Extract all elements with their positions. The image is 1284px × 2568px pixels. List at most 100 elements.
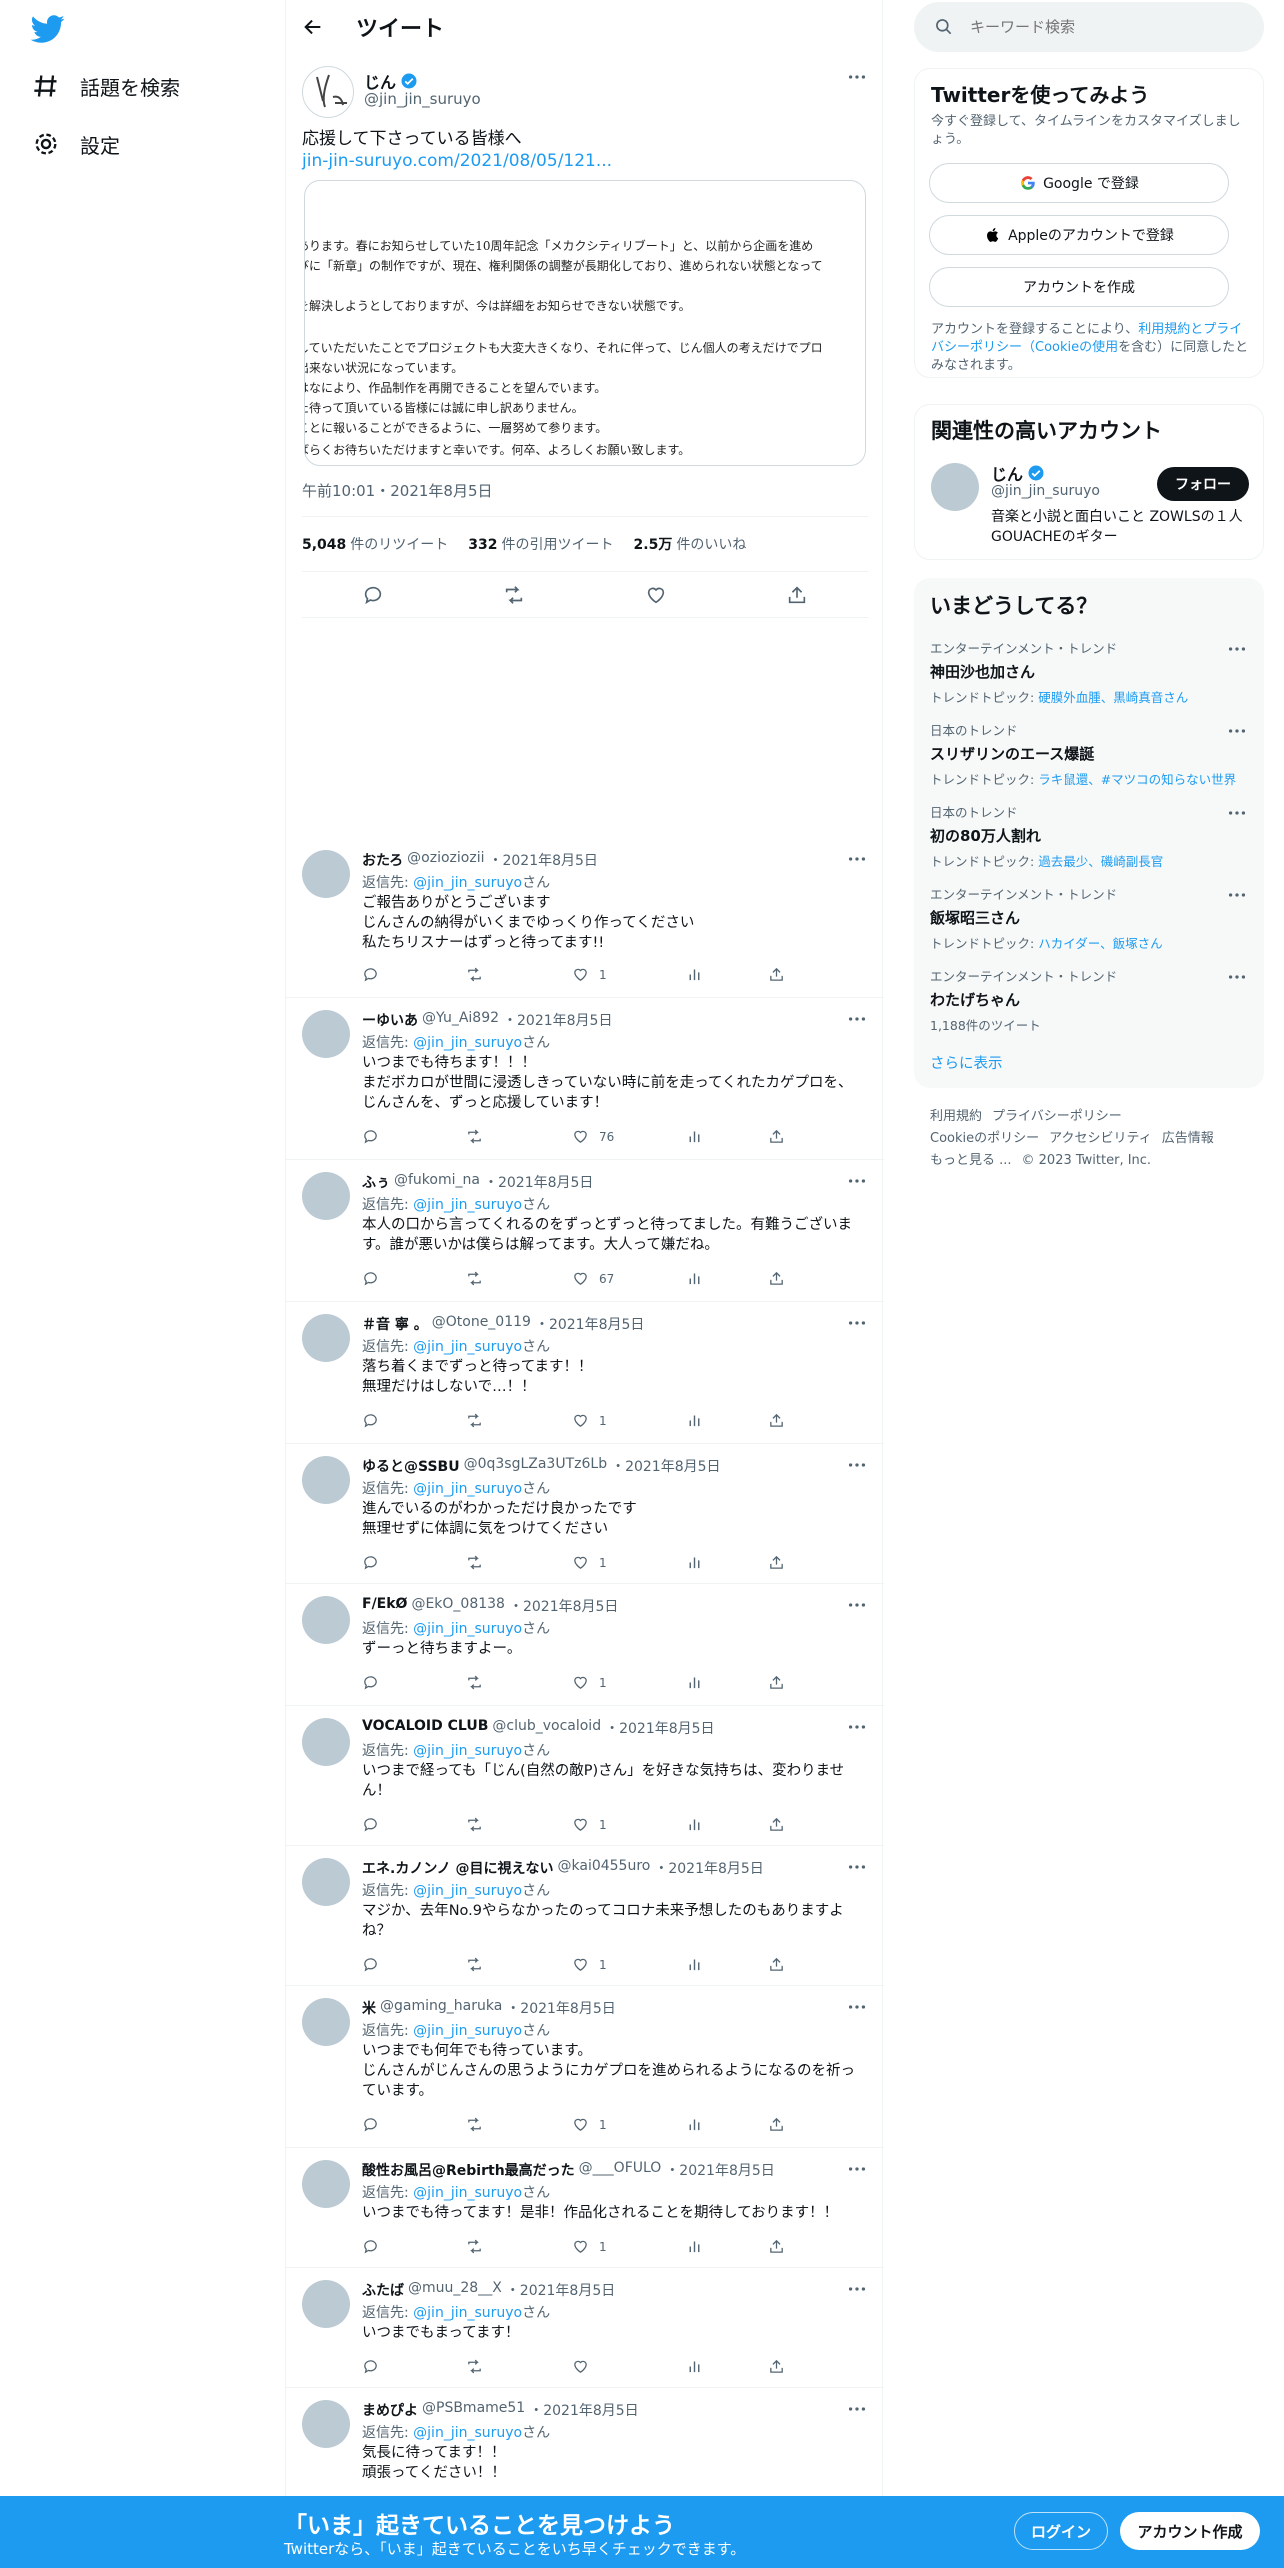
reply-author-name[interactable]: ふぅ bbox=[362, 1172, 390, 1192]
reply-tweet[interactable]: ふぅ @fukomi_na ・2021年8月5日 返信先: @jin_jin_suru… bbox=[286, 1160, 884, 1302]
like-button[interactable]: 1 bbox=[572, 1674, 607, 1691]
replying-to-handle[interactable]: @jin_jin_suruyo bbox=[413, 875, 522, 891]
trend-topic-links[interactable]: 硬膜外血腫、黒崎真音さん bbox=[1038, 690, 1188, 705]
reply-author-name[interactable]: ＃音 寧 。 bbox=[362, 1314, 428, 1334]
reply-author-name[interactable]: F/EkØ bbox=[362, 1596, 407, 1616]
more-options-icon[interactable] bbox=[846, 848, 868, 870]
related-name[interactable]: じん bbox=[991, 461, 1045, 485]
analytics-button[interactable] bbox=[686, 1412, 703, 1429]
footer-cookie[interactable]: Cookieのポリシー bbox=[930, 1131, 1039, 1146]
share-button[interactable] bbox=[768, 2238, 785, 2255]
more-options-icon[interactable] bbox=[846, 66, 868, 88]
share-button[interactable] bbox=[768, 966, 785, 983]
reply-avatar[interactable] bbox=[302, 1858, 350, 1906]
reply-avatar[interactable] bbox=[302, 1718, 350, 1766]
replying-to-handle[interactable]: @jin_jin_suruyo bbox=[413, 1743, 522, 1759]
reply-author-name[interactable]: ゆると@SSBU bbox=[362, 1456, 460, 1476]
reply-author-name[interactable]: まめぴよ bbox=[362, 2400, 418, 2420]
like-button[interactable] bbox=[572, 2358, 599, 2375]
more-options-icon[interactable] bbox=[1226, 802, 1248, 824]
retweet-button[interactable] bbox=[466, 1816, 483, 1833]
reply-tweet[interactable]: ゆると@SSBU @0q3sgLZa3UTz6Lb ・2021年8月5日 返信先: @… bbox=[286, 1444, 884, 1584]
tweet-timestamp[interactable]: 午前10:01・2021年8月5日 bbox=[302, 480, 493, 501]
reply-avatar[interactable] bbox=[302, 1998, 350, 2046]
reply-author-handle[interactable]: @EkO_08138 bbox=[411, 1596, 505, 1616]
related-avatar[interactable] bbox=[931, 463, 979, 511]
reply-author-name[interactable]: ーゆいあ bbox=[362, 1010, 418, 1030]
replying-to-handle[interactable]: @jin_jin_suruyo bbox=[413, 2425, 522, 2441]
analytics-button[interactable] bbox=[686, 1956, 703, 1973]
reply-button[interactable] bbox=[362, 2238, 379, 2255]
follow-button[interactable]: フォロー bbox=[1157, 467, 1249, 501]
replying-to-handle[interactable]: @jin_jin_suruyo bbox=[413, 1621, 522, 1637]
reply-date[interactable]: ・2021年8月5日 bbox=[529, 2400, 638, 2420]
like-button[interactable]: 1 bbox=[572, 1554, 607, 1571]
share-button[interactable] bbox=[768, 2116, 785, 2133]
reply-button[interactable] bbox=[362, 2358, 379, 2375]
analytics-button[interactable] bbox=[686, 1554, 703, 1571]
reply-avatar[interactable] bbox=[302, 1596, 350, 1644]
reply-date[interactable]: ・2021年8月5日 bbox=[506, 1998, 615, 2018]
more-options-icon[interactable] bbox=[846, 1996, 868, 2018]
reply-author-handle[interactable]: @oziozioziі bbox=[407, 850, 484, 870]
tweet-image-card[interactable]: があります。春にお知らせしていた10周年記念「メカクシティリブート」と、以前から… bbox=[304, 180, 866, 466]
like-button[interactable]: 1 bbox=[572, 1412, 607, 1429]
reply-avatar[interactable] bbox=[302, 2160, 350, 2208]
reply-author-name[interactable]: エネ.カノンノ @目に視えない bbox=[362, 1858, 554, 1878]
trend-item[interactable]: エンターテインメント・トレンド 飯塚昭三さん トレンドトピック: ハカイダー、飯塚さ… bbox=[930, 884, 1248, 952]
reply-tweet[interactable]: ふたば @muu_28__X ・2021年8月5日 返信先: @jin_jin_sur… bbox=[286, 2268, 884, 2388]
more-options-icon[interactable] bbox=[1226, 638, 1248, 660]
analytics-button[interactable] bbox=[686, 2358, 703, 2375]
retweet-button[interactable] bbox=[466, 1554, 483, 1571]
analytics-button[interactable] bbox=[686, 1674, 703, 1691]
analytics-button[interactable] bbox=[686, 2116, 703, 2133]
reply-author-name[interactable]: おたろ bbox=[362, 850, 403, 870]
reply-icon[interactable] bbox=[362, 584, 384, 606]
reply-author-handle[interactable]: @0q3sgLZa3UTz6Lb bbox=[464, 1456, 608, 1476]
reply-author-name[interactable]: ふたば bbox=[362, 2280, 404, 2300]
tweet-link[interactable]: jin-jin-suruyo.com/2021/08/05/121... bbox=[302, 150, 862, 172]
twitter-logo-icon[interactable] bbox=[30, 12, 66, 46]
like-button[interactable]: 76 bbox=[572, 1128, 614, 1145]
like-button[interactable]: 1 bbox=[572, 1816, 607, 1833]
trend-item[interactable]: エンターテインメント・トレンド 神田沙也加さん トレンドトピック: 硬膜外血腫、黒崎… bbox=[930, 638, 1248, 706]
reply-date[interactable]: ・2021年8月5日 bbox=[488, 850, 597, 870]
like-button[interactable]: 67 bbox=[572, 1270, 614, 1287]
analytics-button[interactable] bbox=[686, 2238, 703, 2255]
quote-count[interactable]: 332 件の引用ツイート bbox=[468, 534, 613, 554]
trend-topic-links[interactable]: 過去最少、磯崎副長官 bbox=[1038, 854, 1163, 869]
retweet-count[interactable]: 5,048 件のリツイート bbox=[302, 534, 448, 554]
reply-author-handle[interactable]: @club_vocaloid bbox=[492, 1718, 601, 1738]
footer-terms[interactable]: 利用規約 bbox=[930, 1109, 982, 1124]
analytics-button[interactable] bbox=[686, 1270, 703, 1287]
reply-date[interactable]: ・2021年8月5日 bbox=[605, 1718, 714, 1738]
retweet-button[interactable] bbox=[466, 2116, 483, 2133]
reply-avatar[interactable] bbox=[302, 1314, 350, 1362]
more-options-icon[interactable] bbox=[846, 1170, 868, 1192]
related-handle[interactable]: @jin_jin_suruyo bbox=[991, 483, 1100, 499]
reply-date[interactable]: ・2021年8月5日 bbox=[611, 1456, 720, 1476]
analytics-button[interactable] bbox=[686, 1128, 703, 1145]
footer-ads[interactable]: 広告情報 bbox=[1162, 1131, 1214, 1146]
replying-to-handle[interactable]: @jin_jin_suruyo bbox=[413, 2305, 522, 2321]
like-count[interactable]: 2.5万 件のいいね bbox=[634, 534, 747, 554]
signup-button[interactable]: アカウント作成 bbox=[1120, 2512, 1260, 2550]
reply-button[interactable] bbox=[362, 1128, 379, 1145]
share-button[interactable] bbox=[768, 1674, 785, 1691]
reply-button[interactable] bbox=[362, 1270, 379, 1287]
share-button[interactable] bbox=[768, 1816, 785, 1833]
replying-to-handle[interactable]: @jin_jin_suruyo bbox=[413, 1883, 522, 1899]
more-options-icon[interactable] bbox=[846, 1312, 868, 1334]
reply-avatar[interactable] bbox=[302, 2400, 350, 2448]
reply-author-handle[interactable]: @fukomi_na bbox=[394, 1172, 480, 1192]
apple-signup-button[interactable]: Appleのアカウントで登録 bbox=[929, 215, 1229, 255]
retweet-button[interactable] bbox=[466, 2358, 483, 2375]
retweet-button[interactable] bbox=[466, 1412, 483, 1429]
search-bar[interactable] bbox=[914, 2, 1264, 52]
trend-item[interactable]: エンターテインメント・トレンド わたげちゃん 1,188件のツイート bbox=[930, 966, 1248, 1034]
trend-topic-links[interactable]: ハカイダー、飯塚さん bbox=[1038, 936, 1162, 951]
more-options-icon[interactable] bbox=[1226, 966, 1248, 988]
retweet-button[interactable] bbox=[466, 1674, 483, 1691]
reply-tweet[interactable]: エネ.カノンノ @目に視えない @kai0455uro ・2021年8月5日 返信先:… bbox=[286, 1846, 884, 1986]
reply-avatar[interactable] bbox=[302, 1456, 350, 1504]
